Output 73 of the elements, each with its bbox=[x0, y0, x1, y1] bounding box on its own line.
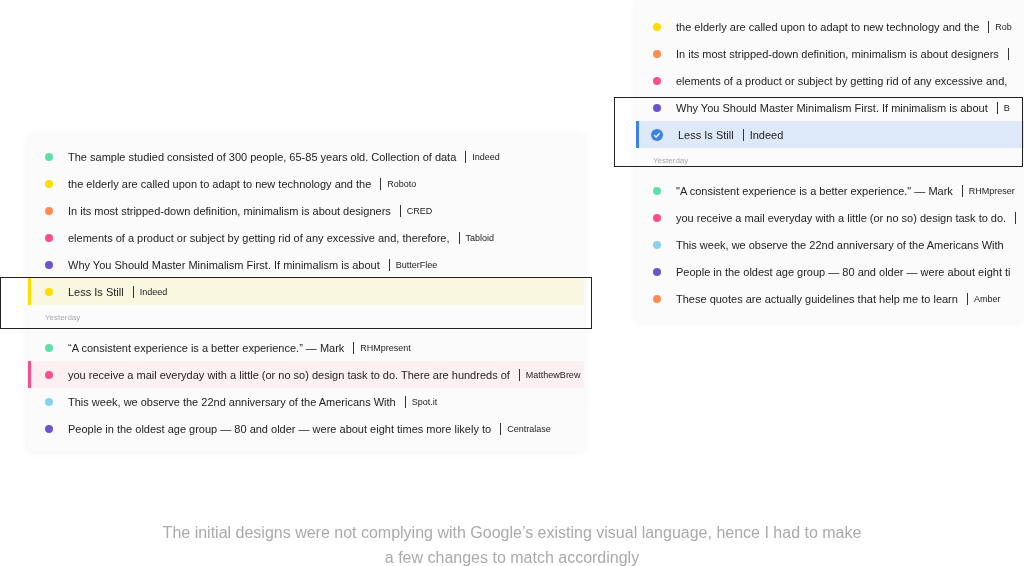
source-label: Rob bbox=[995, 21, 1012, 32]
source-label: Indeed bbox=[749, 128, 784, 141]
source-label: Roboto bbox=[387, 178, 417, 189]
source-label: RHMpresent bbox=[360, 342, 411, 353]
row-text: Why You Should Master Minimalism First. If minimalism is about bbox=[676, 101, 988, 114]
list-row[interactable]: People in the oldest age group — 80 and older — were about eight ti bbox=[636, 258, 1024, 285]
separator-line bbox=[380, 177, 382, 190]
source-label: Tabloid bbox=[465, 232, 495, 243]
list-row[interactable]: This week, we observe the 22nd anniversary of the Americans With Spot.it bbox=[28, 388, 584, 415]
list-row[interactable]: the elderly are called upon to adapt to new technology and the Rob bbox=[636, 13, 1024, 40]
row-text: Less Is Still bbox=[68, 285, 124, 298]
caption-text: The initial designs were not complying with Google’s existing visual language, hence I had to make a few changes to match accordingly bbox=[162, 523, 862, 566]
source-label: Indeed bbox=[472, 151, 500, 162]
list-row[interactable]: elements of a product or subject by getting rid of any excessive and, therefore, Tabloid bbox=[28, 224, 584, 251]
separator-line bbox=[404, 395, 406, 408]
row-text: elements of a product or subject by getting rid of any excessive and, therefore, bbox=[68, 231, 450, 244]
row-text: elements of a product or subject by getting rid of any excessive and, bbox=[676, 74, 1008, 87]
row-text: the elderly are called upon to adapt to new technology and the bbox=[676, 20, 980, 33]
row-text: In its most stripped-down definition, minimalism is about designers bbox=[68, 204, 391, 217]
section-heading: Yesterday bbox=[652, 155, 690, 167]
source-label: Spot.it bbox=[411, 396, 438, 407]
list-row[interactable]: In its most stripped-down definition, minimalism is about designers bbox=[636, 40, 1024, 67]
list-row[interactable]: “A consistent experience is a better experience.” — Mark RHMpresent bbox=[28, 334, 584, 361]
list-row[interactable]: elements of a product or subject by getting rid of any excessive and, bbox=[636, 67, 1024, 94]
row-text: “A consistent experience is a better experience.” — Mark bbox=[68, 341, 345, 354]
separator-line bbox=[132, 285, 134, 298]
source-label: B bbox=[1003, 102, 1010, 113]
source-label: Amber bbox=[973, 293, 1001, 304]
list-row[interactable]: you receive a mail everyday with a little (or no so) design task to do. bbox=[636, 204, 1024, 231]
row-text: you receive a mail everyday with a little (or no so) design task to do. bbox=[676, 211, 1007, 224]
separator-line bbox=[518, 368, 520, 381]
separator-line bbox=[465, 150, 467, 163]
separator-line bbox=[988, 20, 990, 33]
source-label: ButterFlee bbox=[395, 259, 438, 270]
list-row[interactable]: "A consistent experience is a better experience." — Mark RHMpreser bbox=[636, 177, 1024, 204]
row-text: These quotes are actually guidelines that help me to learn bbox=[676, 292, 958, 305]
separator-line bbox=[996, 101, 998, 114]
source-label: CRED bbox=[406, 205, 433, 216]
separator-line bbox=[742, 128, 744, 141]
row-text: The sample studied consisted of 300 people, 65-85 years old. Collection of data bbox=[68, 150, 457, 163]
row-text: In its most stripped-down definition, minimalism is about designers bbox=[676, 47, 999, 60]
separator-line bbox=[388, 258, 390, 271]
separator-line bbox=[966, 292, 968, 305]
separator-line bbox=[458, 231, 460, 244]
row-text: Less Is Still bbox=[678, 128, 734, 141]
source-label: Centralase bbox=[507, 423, 551, 434]
row-text: "A consistent experience is a better experience." — Mark bbox=[676, 184, 953, 197]
source-label: MatthewBrew bbox=[525, 369, 581, 380]
separator-line bbox=[500, 422, 502, 435]
list-row[interactable]: The sample studied consisted of 300 people, 65-85 years old. Collection of data Indeed bbox=[28, 143, 584, 170]
list-row[interactable]: Less Is Still Indeed bbox=[636, 121, 1024, 148]
list-row[interactable]: In its most stripped-down definition, minimalism is about designers CRED bbox=[28, 197, 584, 224]
list-row[interactable]: Why You Should Master Minimalism First. If minimalism is about B bbox=[636, 94, 1024, 121]
source-label: RHMpreser bbox=[968, 185, 1015, 196]
separator-line bbox=[353, 341, 355, 354]
section-heading: Yesterday bbox=[44, 312, 82, 324]
row-text: Why You Should Master Minimalism First. If minimalism is about bbox=[68, 258, 380, 271]
separator-line bbox=[961, 184, 963, 197]
list-row[interactable]: This week, we observe the 22nd anniversary of the Americans With bbox=[636, 231, 1024, 258]
row-text: This week, we observe the 22nd anniversary of the Americans With bbox=[68, 395, 396, 408]
row-text: you receive a mail everyday with a little (or no so) design task to do. There are hundreds of bbox=[68, 368, 510, 381]
source-label: Indeed bbox=[139, 286, 168, 297]
row-text: People in the oldest age group — 80 and older — were about eight ti bbox=[676, 265, 1011, 278]
list-row[interactable]: These quotes are actually guidelines that help me to learn Amber bbox=[636, 285, 1024, 312]
row-text: the elderly are called upon to adapt to new technology and the bbox=[68, 177, 372, 190]
row-text: This week, we observe the 22nd anniversary of the Americans With bbox=[676, 238, 1004, 251]
separator-line bbox=[399, 204, 401, 217]
list-row[interactable]: the elderly are called upon to adapt to new technology and the Roboto bbox=[28, 170, 584, 197]
row-text: People in the oldest age group — 80 and older — were about eight times more likely to bbox=[68, 422, 492, 435]
list-row[interactable]: Less Is Still Indeed bbox=[28, 278, 584, 305]
list-row[interactable]: you receive a mail everyday with a little (or no so) design task to do. There are hundreds of MatthewBrew bbox=[28, 361, 584, 388]
list-row[interactable]: People in the oldest age group — 80 and older — were about eight times more likely to Centralase bbox=[28, 415, 584, 442]
list-row[interactable]: Why You Should Master Minimalism First. If minimalism is about ButterFlee bbox=[28, 251, 584, 278]
